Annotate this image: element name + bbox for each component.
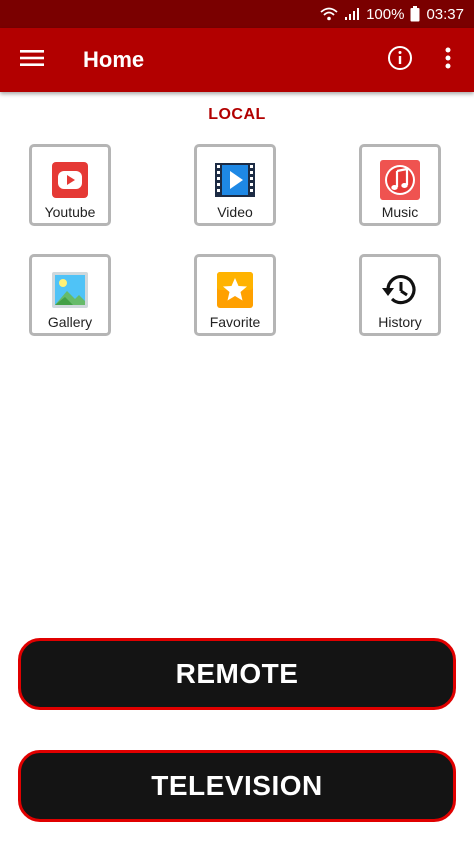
remote-button[interactable]: REMOTE <box>18 638 456 710</box>
history-icon <box>379 269 421 311</box>
tile-label: Youtube <box>44 204 96 220</box>
tile-video[interactable]: Video <box>194 144 276 226</box>
info-icon <box>387 45 413 76</box>
tile-gallery[interactable]: Gallery <box>29 254 111 336</box>
youtube-icon <box>49 159 91 201</box>
hamburger-icon <box>20 48 44 73</box>
television-button[interactable]: TELEVISION <box>18 750 456 822</box>
page-title: Home <box>83 47 145 72</box>
more-vert-icon <box>445 47 451 74</box>
tile-label: Music <box>381 204 419 220</box>
battery-icon <box>410 6 420 22</box>
battery-percent: 100% <box>366 5 405 23</box>
wifi-icon <box>320 7 338 21</box>
tile-label: Favorite <box>209 314 261 330</box>
tile-label: History <box>378 314 422 330</box>
music-icon <box>379 159 421 201</box>
tile-label: Gallery <box>47 314 93 330</box>
video-icon <box>214 159 256 201</box>
status-bar: 100% 03:37 <box>0 0 474 28</box>
clock: 03:37 <box>426 5 464 23</box>
section-label-local: LOCAL <box>208 106 266 123</box>
star-icon <box>214 269 256 311</box>
tile-history[interactable]: History <box>359 254 441 336</box>
status-icons: 100% 03:37 <box>320 0 464 28</box>
tile-music[interactable]: Music <box>359 144 441 226</box>
tile-youtube[interactable]: Youtube <box>29 144 111 226</box>
tile-favorite[interactable]: Favorite <box>194 254 276 336</box>
signal-icon <box>344 7 360 21</box>
overflow-menu-button[interactable] <box>436 44 460 76</box>
app-bar: Home <box>0 28 474 92</box>
gallery-icon <box>49 269 91 311</box>
menu-button[interactable] <box>16 44 48 76</box>
tile-label: Video <box>217 204 253 220</box>
info-button[interactable] <box>384 44 416 76</box>
